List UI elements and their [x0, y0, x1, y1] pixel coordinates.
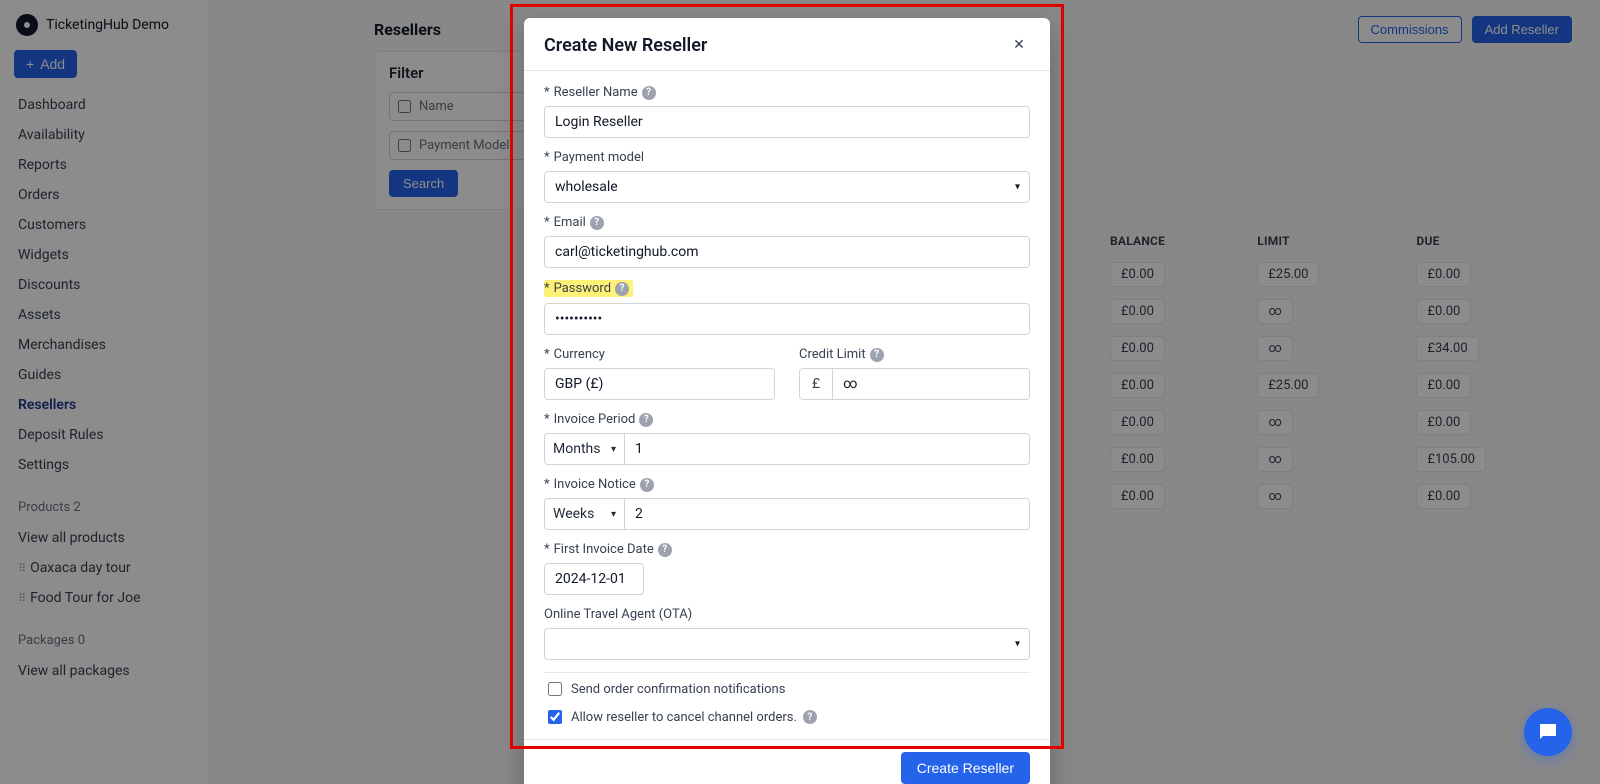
modal-footer: Create Reseller — [524, 739, 1050, 784]
help-icon[interactable]: ? — [803, 710, 817, 724]
allow-cancel-label: Allow reseller to cancel channel orders. — [571, 710, 797, 725]
invoice-period-unit-select[interactable]: Months ▾ — [544, 433, 624, 465]
close-icon: ✕ — [1013, 37, 1025, 53]
email-input[interactable] — [544, 236, 1030, 268]
send-notifications-label: Send order confirmation notifications — [571, 682, 785, 697]
ota-select[interactable] — [544, 628, 1030, 660]
first-invoice-label: First Invoice Date ? — [544, 542, 1030, 557]
help-icon[interactable]: ? — [639, 413, 653, 427]
send-notifications-checkbox[interactable] — [548, 682, 562, 696]
reseller-name-input[interactable] — [544, 106, 1030, 138]
chat-icon — [1536, 720, 1560, 744]
caret-icon: ▾ — [611, 509, 616, 520]
modal-title: Create New Reseller — [544, 35, 707, 56]
currency-input[interactable] — [544, 368, 775, 400]
credit-limit-input[interactable] — [832, 368, 1030, 400]
help-icon[interactable]: ? — [642, 86, 656, 100]
payment-model-label: Payment model — [544, 150, 1030, 165]
help-icon[interactable]: ? — [658, 543, 672, 557]
invoice-notice-label: Invoice Notice ? — [544, 477, 1030, 492]
chat-fab[interactable] — [1524, 708, 1572, 756]
allow-cancel-checkbox[interactable] — [548, 710, 562, 724]
credit-limit-prefix: £ — [799, 368, 832, 400]
help-icon[interactable]: ? — [640, 478, 654, 492]
email-label: Email ? — [544, 215, 1030, 230]
caret-icon: ▾ — [611, 444, 616, 455]
create-reseller-submit-button[interactable]: Create Reseller — [901, 752, 1030, 784]
modal-header: Create New Reseller ✕ — [524, 18, 1050, 71]
send-notifications-row[interactable]: Send order confirmation notifications — [544, 675, 1030, 703]
modal-body: Reseller Name ? Payment model ▾ Email ? — [524, 71, 1050, 739]
help-icon[interactable]: ? — [615, 282, 629, 296]
ota-label: Online Travel Agent (OTA) — [544, 607, 1030, 622]
password-label: * Password ? — [544, 280, 1030, 297]
close-button[interactable]: ✕ — [1008, 34, 1030, 56]
currency-label: Currency — [544, 347, 775, 362]
invoice-notice-unit-select[interactable]: Weeks ▾ — [544, 498, 624, 530]
create-reseller-modal: Create New Reseller ✕ Reseller Name ? Pa… — [524, 18, 1050, 784]
allow-cancel-row[interactable]: Allow reseller to cancel channel orders.… — [544, 703, 1030, 731]
invoice-period-input[interactable] — [624, 433, 1030, 465]
credit-limit-label: Credit Limit ? — [799, 347, 1030, 362]
payment-model-select[interactable] — [544, 171, 1030, 203]
reseller-name-label: Reseller Name ? — [544, 85, 1030, 100]
first-invoice-input[interactable] — [544, 563, 644, 595]
help-icon[interactable]: ? — [870, 348, 884, 362]
invoice-notice-input[interactable] — [624, 498, 1030, 530]
invoice-period-label: Invoice Period ? — [544, 412, 1030, 427]
help-icon[interactable]: ? — [590, 216, 604, 230]
password-input[interactable] — [544, 303, 1030, 335]
